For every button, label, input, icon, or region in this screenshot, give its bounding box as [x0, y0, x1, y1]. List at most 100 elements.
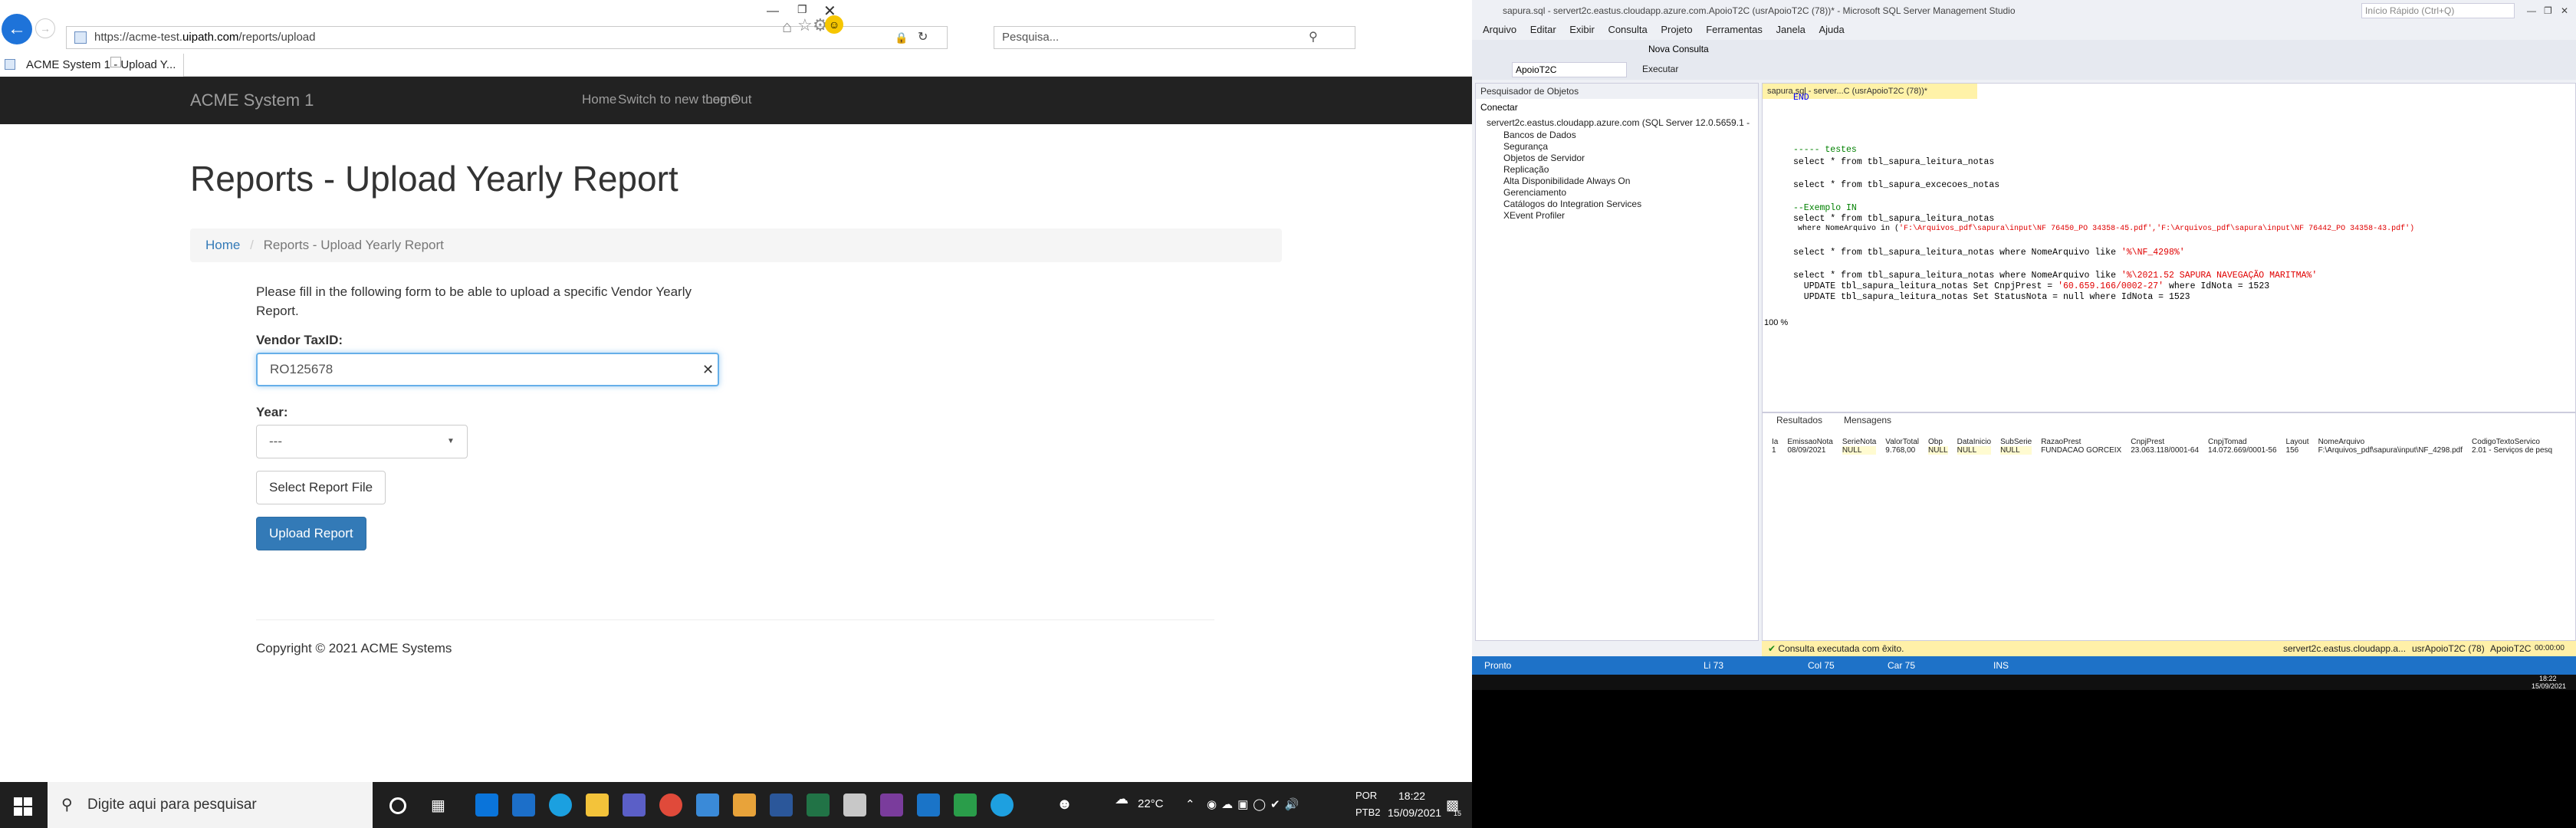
mail-icon[interactable]: [475, 794, 498, 816]
tree-integration[interactable]: Catálogos do Integration Services: [1503, 199, 1641, 209]
tree-always-on[interactable]: Alta Disponibilidade Always On: [1503, 176, 1630, 186]
window-minimize-button[interactable]: —: [2527, 0, 2536, 21]
clock-date[interactable]: 15/09/2021: [1388, 807, 1441, 819]
clear-icon[interactable]: ✕: [702, 354, 714, 385]
database-select[interactable]: ApoioT2C: [1512, 62, 1627, 77]
favorites-icon[interactable]: ☆: [797, 15, 813, 35]
tree-server-objects[interactable]: Objetos de Servidor: [1503, 153, 1585, 163]
menu-consulta[interactable]: Consulta: [1608, 24, 1647, 35]
grid-col: SubSerie NULL: [2000, 438, 2032, 455]
store-icon[interactable]: [512, 794, 535, 816]
menu-janela[interactable]: Janela: [1776, 24, 1806, 35]
forward-button[interactable]: →: [35, 18, 55, 38]
task-view-icon[interactable]: ▦: [431, 796, 445, 815]
refresh-icon[interactable]: ↻: [918, 27, 928, 48]
app-icon[interactable]: [917, 794, 940, 816]
back-button[interactable]: ←: [2, 14, 32, 44]
chrome-icon[interactable]: [659, 794, 682, 816]
taskbar-2: 18:22 15/09/2021: [1472, 675, 2576, 690]
grid-col: CnpjPrest 23.063.118/0001-64: [2131, 438, 2200, 455]
tree-server[interactable]: servert2c.eastus.cloudapp.azure.com (SQL…: [1487, 117, 1750, 128]
excel-icon[interactable]: [807, 794, 830, 816]
window-restore-button[interactable]: ❐: [2544, 0, 2552, 21]
ie-icon[interactable]: [991, 794, 1014, 816]
tree-management[interactable]: Gerenciamento: [1503, 187, 1566, 198]
breadcrumb-current: Reports - Upload Yearly Report: [263, 238, 444, 252]
year-select[interactable]: --- ▼: [256, 425, 468, 458]
quick-launch[interactable]: Início Rápido (Ctrl+Q): [2361, 3, 2515, 18]
app-icon[interactable]: [696, 794, 719, 816]
breadcrumb-home[interactable]: Home: [205, 238, 240, 252]
explorer-icon[interactable]: [586, 794, 609, 816]
code-line: select * from tbl_sapura_excecoes_notas: [1793, 180, 2000, 190]
menu-ferramentas[interactable]: Ferramentas: [1706, 24, 1763, 35]
tray-expand-icon[interactable]: ⌃: [1185, 797, 1195, 811]
form-intro: Please fill in the following form to be …: [256, 284, 692, 318]
word-icon[interactable]: [770, 794, 793, 816]
app-icon[interactable]: [954, 794, 977, 816]
nav-logout[interactable]: Log Out: [705, 92, 752, 107]
search-icon[interactable]: ⚲: [1309, 27, 1318, 48]
tree-replication[interactable]: Replicação: [1503, 164, 1549, 175]
menu-editar[interactable]: Editar: [1530, 24, 1556, 35]
breadcrumb-separator: /: [250, 238, 254, 252]
clock-time[interactable]: 18:22: [1398, 790, 1425, 802]
window-restore-button[interactable]: ❐: [797, 3, 807, 16]
results-grid[interactable]: Ia 1 EmissaoNota 08/09/2021 SerieNota NULL …: [1767, 438, 2557, 455]
nav-home[interactable]: Home: [582, 92, 616, 107]
weather-temp[interactable]: 22°C: [1138, 797, 1164, 810]
code-line: --Exemplo IN: [1793, 203, 1857, 213]
menu-exibir[interactable]: Exibir: [1569, 24, 1595, 35]
lang-line2[interactable]: PTB2: [1355, 807, 1381, 818]
tree-security[interactable]: Segurança: [1503, 141, 1548, 152]
app-icon[interactable]: [843, 794, 866, 816]
menu-ajuda[interactable]: Ajuda: [1819, 24, 1844, 35]
home-icon[interactable]: ⌂: [782, 17, 792, 37]
right-screen: sapura.sql - servert2c.eastus.cloudapp.a…: [1472, 0, 2576, 690]
zoom-level[interactable]: 100 %: [1764, 318, 1788, 327]
smiley-icon[interactable]: ☺: [825, 15, 843, 34]
chevron-down-icon: ▼: [447, 437, 455, 445]
tree-xevent[interactable]: XEvent Profiler: [1503, 210, 1565, 221]
browser-toolbar: ← → — ❐ ✕ https://acme-test.uipath.com/r…: [0, 0, 1472, 51]
taxid-value: RO125678: [270, 362, 334, 376]
teams-icon[interactable]: [623, 794, 646, 816]
people-icon[interactable]: ☻: [1056, 796, 1073, 813]
connect-button[interactable]: Conectar: [1480, 102, 1518, 113]
taskbar-search[interactable]: ⚲ Digite aqui para pesquisar: [48, 782, 373, 828]
menu-projeto[interactable]: Projeto: [1661, 24, 1692, 35]
ssms-title: sapura.sql - servert2c.eastus.cloudapp.a…: [1503, 5, 2016, 16]
window-close-button[interactable]: ✕: [2561, 0, 2568, 21]
query-editor[interactable]: sapura.sql - server...C (usrApoioT2C (78…: [1762, 83, 2576, 412]
tree-databases[interactable]: Bancos de Dados: [1503, 130, 1576, 140]
select-report-file-button[interactable]: Select Report File: [256, 471, 386, 504]
new-tab-button[interactable]: [110, 57, 121, 67]
breadcrumb: Home / Reports - Upload Yearly Report: [190, 228, 1282, 262]
status-user: usrApoioT2C (78): [2412, 643, 2485, 654]
app-icon[interactable]: [733, 794, 756, 816]
taxid-input[interactable]: RO125678 ✕: [256, 353, 719, 386]
windows-start-icon[interactable]: [14, 797, 32, 816]
cortana-icon[interactable]: [389, 797, 406, 814]
tray-icons[interactable]: ◉☁▣◯✔🔊: [1207, 797, 1303, 811]
status-col: Col 75: [1808, 660, 1835, 671]
notification-count: 15: [1454, 810, 1462, 817]
lang-line1[interactable]: POR: [1355, 790, 1377, 801]
clock-date[interactable]: 15/09/2021: [2532, 682, 2566, 690]
page-title: Reports - Upload Yearly Report: [190, 159, 678, 199]
execute-button[interactable]: Executar: [1642, 64, 1678, 74]
search-field[interactable]: Pesquisa... ⚲: [994, 26, 1355, 49]
app-icon[interactable]: [880, 794, 903, 816]
upload-report-button[interactable]: Upload Report: [256, 517, 366, 550]
edge-icon[interactable]: [549, 794, 572, 816]
new-query-button[interactable]: Nova Consulta: [1648, 44, 1709, 54]
tab-messages[interactable]: Mensagens: [1844, 415, 1891, 426]
window-minimize-button[interactable]: —: [767, 5, 779, 18]
tab-results[interactable]: Resultados: [1776, 415, 1822, 426]
ssms-menu: Arquivo Editar Exibir Consulta Projeto F…: [1472, 21, 2576, 38]
menu-arquivo[interactable]: Arquivo: [1483, 24, 1516, 35]
weather-icon[interactable]: ☁: [1115, 791, 1129, 807]
clock-time[interactable]: 18:22: [2539, 675, 2557, 682]
tab-acme[interactable]: ACME System 1 - Upload Y...: [0, 54, 184, 77]
site-brand[interactable]: ACME System 1: [190, 90, 314, 110]
